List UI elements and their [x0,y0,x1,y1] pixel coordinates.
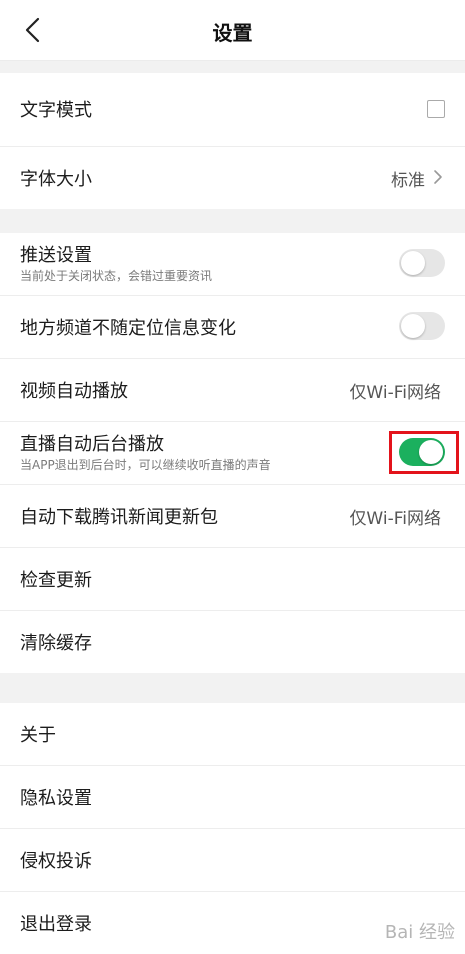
video-autoplay-label: 视频自动播放 [20,381,128,402]
text-mode-row[interactable]: 文字模式 [0,73,465,147]
check-update-row[interactable]: 检查更新 [0,548,465,611]
local-channel-row[interactable]: 地方频道不随定位信息变化 [0,296,465,359]
video-autoplay-value: 仅Wi-Fi网络 [349,383,441,403]
check-update-label: 检查更新 [20,570,92,591]
highlight-box [389,431,459,474]
live-background-label: 直播自动后台播放 [20,434,164,455]
local-channel-toggle[interactable] [399,312,445,340]
privacy-row[interactable]: 隐私设置 [0,766,465,829]
chevron-right-icon [431,169,445,185]
font-size-label: 字体大小 [20,169,92,190]
section-divider [0,209,465,233]
page-title: 设置 [212,21,253,45]
local-channel-label: 地方频道不随定位信息变化 [20,318,236,339]
privacy-label: 隐私设置 [20,788,92,809]
toggle-knob [401,314,425,338]
text-mode-label: 文字模式 [20,100,92,121]
auto-download-value: 仅Wi-Fi网络 [349,509,441,529]
display-section: 文字模式 字体大小 标准 [0,73,465,209]
watermark: Bai 经验 [384,922,455,943]
push-settings-sub: 当前处于关闭状态，会错过重要资讯 [20,269,213,283]
about-row[interactable]: 关于 [0,703,465,766]
account-section: 关于 隐私设置 侵权投诉 退出登录 [0,703,465,954]
logout-label: 退出登录 [20,914,92,935]
live-background-row[interactable]: 直播自动后台播放 当APP退出到后台时，可以继续收听直播的声音 [0,422,465,485]
section-divider [0,61,465,73]
auto-download-label: 自动下载腾讯新闻更新包 [20,507,218,528]
push-settings-label: 推送设置 [20,245,92,266]
font-size-value: 标准 [391,171,425,191]
header: 设置 [0,0,465,61]
clear-cache-row[interactable]: 清除缓存 [0,611,465,673]
general-section: 推送设置 当前处于关闭状态，会错过重要资讯 地方频道不随定位信息变化 视频自动播… [0,233,465,673]
push-toggle[interactable] [399,249,445,277]
push-settings-row[interactable]: 推送设置 当前处于关闭状态，会错过重要资讯 [0,233,465,296]
section-divider [0,673,465,703]
font-size-row[interactable]: 字体大小 标准 [0,147,465,209]
video-autoplay-row[interactable]: 视频自动播放 仅Wi-Fi网络 [0,359,465,422]
clear-cache-label: 清除缓存 [20,633,92,654]
text-mode-checkbox[interactable] [427,100,445,118]
about-label: 关于 [20,725,56,746]
complaint-row[interactable]: 侵权投诉 [0,829,465,892]
toggle-knob [401,251,425,275]
auto-download-row[interactable]: 自动下载腾讯新闻更新包 仅Wi-Fi网络 [0,485,465,548]
complaint-label: 侵权投诉 [20,851,92,872]
live-background-sub: 当APP退出到后台时，可以继续收听直播的声音 [20,458,271,472]
